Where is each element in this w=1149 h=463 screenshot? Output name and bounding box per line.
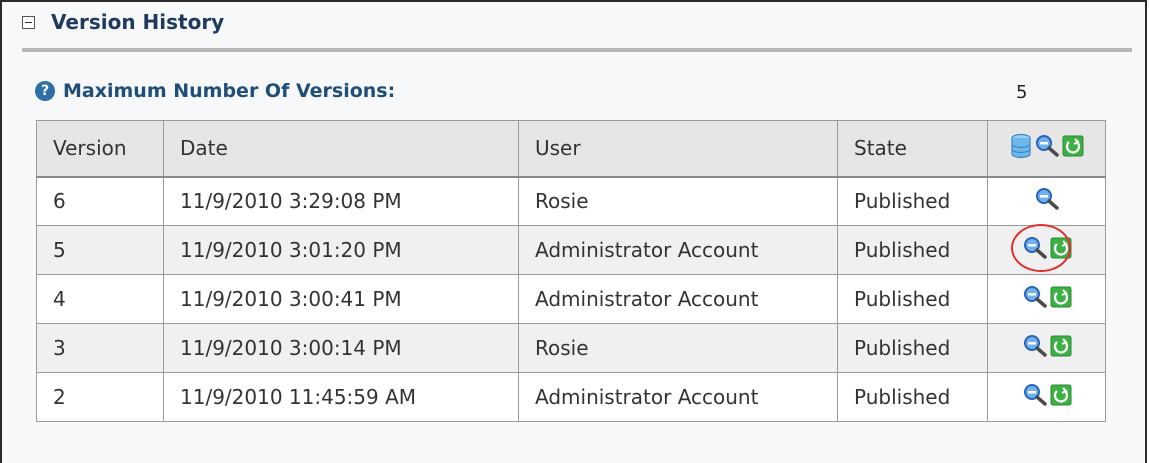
max-versions-row: ? Maximum Number Of Versions: bbox=[35, 80, 1045, 102]
cell-actions bbox=[987, 372, 1106, 422]
highlighted-actions bbox=[1010, 223, 1073, 272]
cell-user: Administrator Account bbox=[518, 274, 838, 324]
cell-date: 11/9/2010 11:45:59 AM bbox=[163, 372, 519, 422]
restore-icon[interactable] bbox=[1050, 237, 1072, 264]
magnifier-icon[interactable] bbox=[1022, 285, 1048, 314]
cell-user: Administrator Account bbox=[518, 225, 838, 275]
cell-version: 4 bbox=[36, 274, 164, 324]
magnifier-icon[interactable] bbox=[1034, 134, 1060, 163]
database-icon bbox=[1010, 133, 1032, 164]
cell-actions bbox=[987, 223, 1106, 275]
table-row: 2 11/9/2010 11:45:59 AM Administrator Acco… bbox=[36, 372, 1106, 422]
cell-user: Rosie bbox=[518, 176, 838, 226]
table-row: 3 11/9/2010 3:00:14 PM Rosie Published bbox=[36, 323, 1106, 373]
cell-date: 11/9/2010 3:00:41 PM bbox=[163, 274, 519, 324]
column-header-actions bbox=[987, 120, 1106, 178]
help-icon[interactable]: ? bbox=[35, 81, 55, 101]
restore-icon[interactable] bbox=[1050, 286, 1072, 313]
cell-state: Published bbox=[837, 176, 988, 226]
restore-icon[interactable] bbox=[1062, 135, 1084, 162]
cell-state: Published bbox=[837, 323, 988, 373]
max-versions-label: Maximum Number Of Versions: bbox=[63, 80, 396, 102]
magnifier-icon[interactable] bbox=[1022, 236, 1048, 265]
column-header-version: Version bbox=[36, 120, 164, 178]
cell-user: Rosie bbox=[518, 323, 838, 373]
cell-date: 11/9/2010 3:29:08 PM bbox=[163, 176, 519, 226]
cell-version: 5 bbox=[36, 225, 164, 275]
header-divider bbox=[22, 48, 1132, 52]
collapse-icon[interactable] bbox=[22, 15, 35, 29]
table-row: 5 11/9/2010 3:01:20 PM Administrator Accou… bbox=[36, 223, 1106, 275]
table-header-row: Version Date User State bbox=[36, 120, 1106, 178]
column-header-date: Date bbox=[163, 120, 519, 178]
cell-state: Published bbox=[837, 372, 988, 422]
cell-date: 11/9/2010 3:01:20 PM bbox=[163, 225, 519, 275]
column-header-user: User bbox=[518, 120, 838, 178]
cell-version: 6 bbox=[36, 176, 164, 226]
table-row: 4 11/9/2010 3:00:41 PM Administrator Accou… bbox=[36, 274, 1106, 324]
cell-state: Published bbox=[837, 274, 988, 324]
version-history-panel: Version History ? Maximum Number Of Vers… bbox=[0, 0, 1147, 463]
cell-state: Published bbox=[837, 225, 988, 275]
cell-actions bbox=[987, 274, 1106, 324]
restore-icon[interactable] bbox=[1050, 335, 1072, 362]
cell-actions bbox=[987, 176, 1106, 226]
magnifier-icon[interactable] bbox=[1022, 383, 1048, 412]
magnifier-icon[interactable] bbox=[1034, 187, 1060, 216]
cell-date: 11/9/2010 3:00:14 PM bbox=[163, 323, 519, 373]
cell-version: 3 bbox=[36, 323, 164, 373]
version-table: Version Date User State 6 11/9/2010 3:29:… bbox=[36, 120, 1106, 422]
cell-version: 2 bbox=[36, 372, 164, 422]
max-versions-value: 5 bbox=[1016, 82, 1028, 103]
section-header: Version History bbox=[22, 10, 224, 34]
magnifier-icon[interactable] bbox=[1022, 334, 1048, 363]
section-title: Version History bbox=[51, 10, 225, 34]
restore-icon[interactable] bbox=[1050, 384, 1072, 411]
table-row: 6 11/9/2010 3:29:08 PM Rosie Published bbox=[36, 176, 1106, 226]
cell-actions bbox=[987, 323, 1106, 373]
cell-user: Administrator Account bbox=[518, 372, 838, 422]
column-header-state: State bbox=[837, 120, 988, 178]
